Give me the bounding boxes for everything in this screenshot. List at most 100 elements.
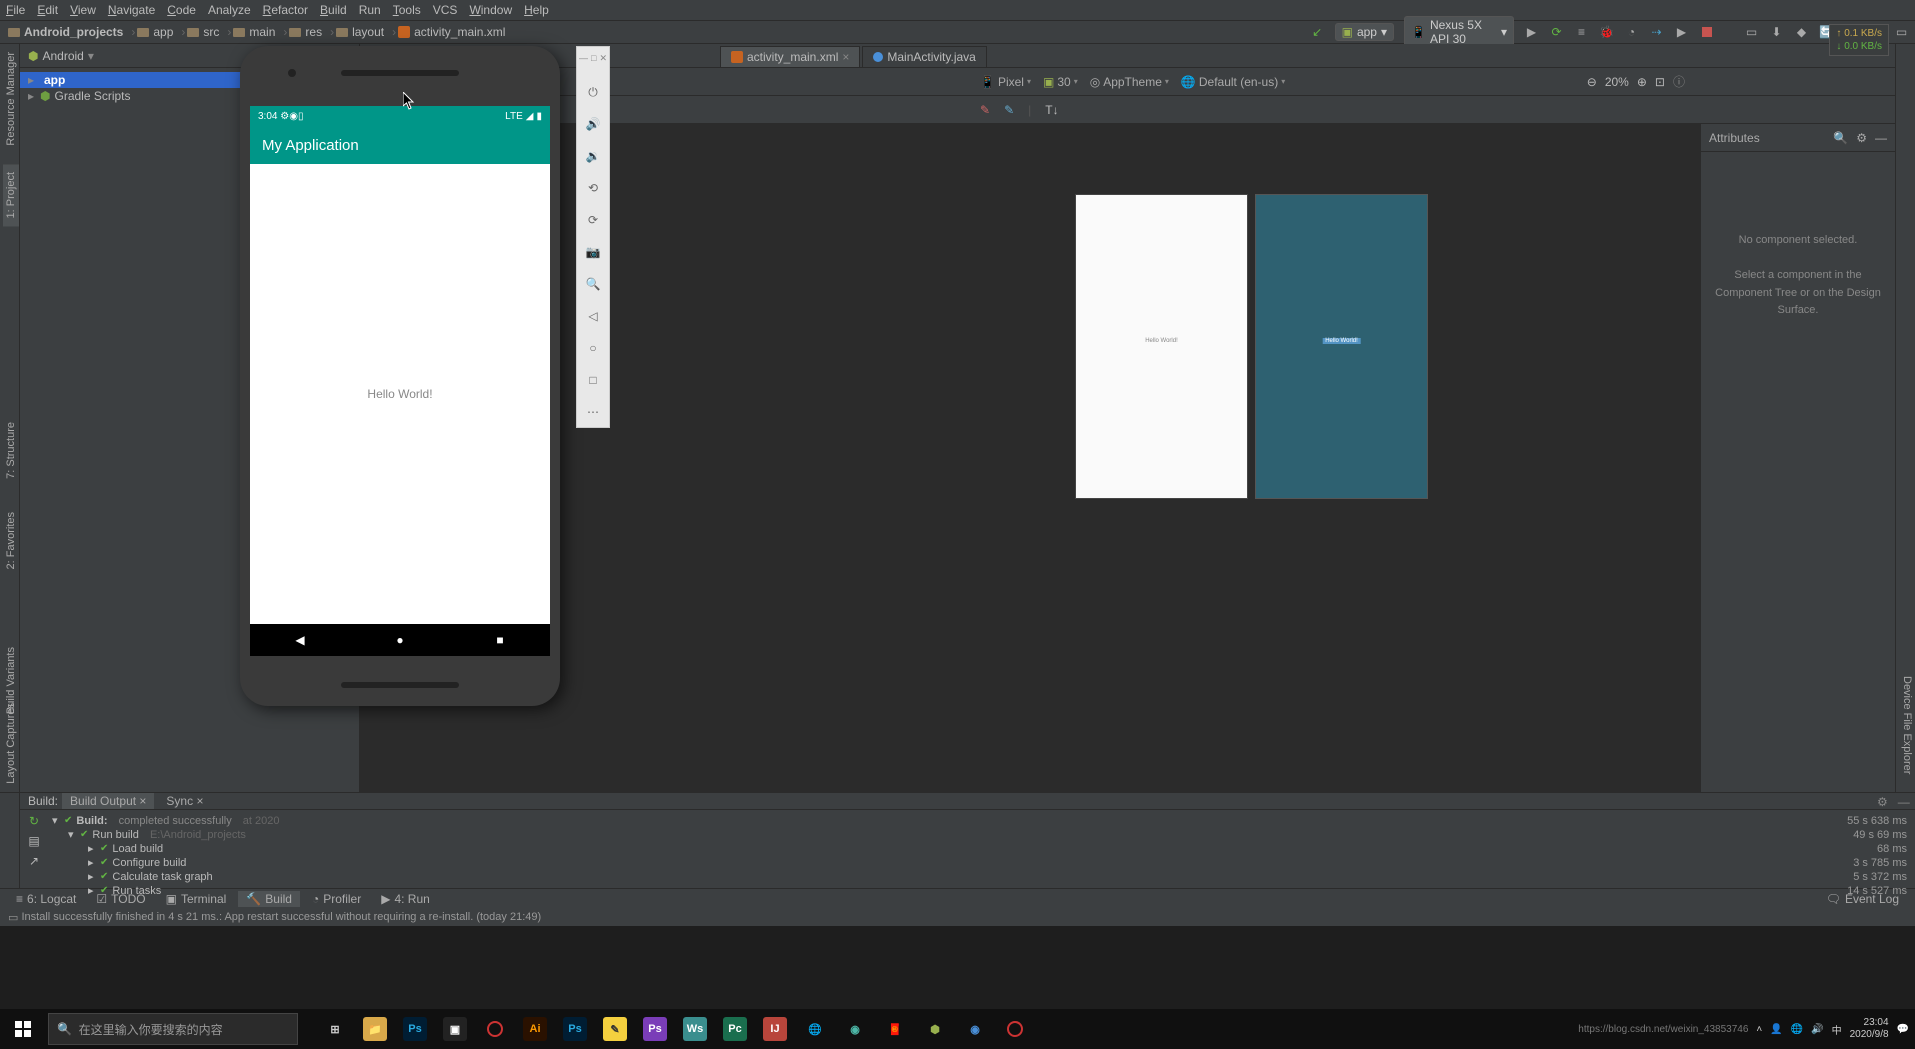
build-tab-sync[interactable]: Sync × <box>158 793 211 809</box>
notifications-icon[interactable]: 💬 <box>1897 1024 1909 1035</box>
tab-main-activity[interactable]: MainActivity.java <box>862 46 986 67</box>
build-rerun-icon[interactable]: ↻ <box>29 814 39 828</box>
tray-volume-icon[interactable]: 🔊 <box>1811 1024 1823 1035</box>
breadcrumb-res[interactable]: res <box>289 25 322 39</box>
emulator-screen[interactable]: 3:04 ⚙ ◉ ▯ LTE ◢ ▮ My Application Hello … <box>250 106 550 651</box>
photoshop-icon[interactable]: Ps <box>396 1009 434 1049</box>
start-button[interactable] <box>0 1009 46 1049</box>
home-button[interactable]: ● <box>392 632 408 648</box>
attach-icon[interactable]: ⇢ <box>1649 25 1664 40</box>
avd-manager-icon[interactable]: ▭ <box>1744 25 1759 40</box>
emu-overview-icon[interactable]: □ <box>584 371 602 389</box>
menu-file[interactable]: FFileile <box>6 3 25 17</box>
device-dropdown[interactable]: 📱 Pixel▾ <box>980 75 1031 89</box>
debug-icon[interactable]: 🐞 <box>1599 25 1614 40</box>
rotate-left-icon[interactable]: ⟲ <box>584 179 602 197</box>
left-tab-structure[interactable]: 7: Structure <box>3 414 19 487</box>
phpstorm-icon[interactable]: Ps <box>636 1009 674 1049</box>
rotate-right-icon[interactable]: ⟳ <box>584 211 602 229</box>
record2-icon[interactable] <box>996 1009 1034 1049</box>
build-tab-output[interactable]: Build Output × <box>62 793 154 809</box>
menu-navigate[interactable]: Navigate <box>108 3 155 17</box>
warnings-icon[interactable]: ⓘ <box>1673 73 1685 90</box>
menu-build[interactable]: Build <box>320 3 347 17</box>
breadcrumb-layout[interactable]: layout <box>336 25 384 39</box>
breadcrumb-app[interactable]: app <box>137 25 173 39</box>
right-tab-device-file-explorer[interactable]: Device File Explorer <box>1899 668 1915 782</box>
menu-help[interactable]: Help <box>524 3 549 17</box>
circle-icon[interactable]: ◉ <box>956 1009 994 1049</box>
note-icon[interactable]: ✎ <box>596 1009 634 1049</box>
apply-changes-icon[interactable]: ⟳ <box>1549 25 1564 40</box>
api-dropdown[interactable]: ▣ 30▾ <box>1043 75 1078 89</box>
zoom-out-icon[interactable]: ⊖ <box>1587 75 1597 89</box>
tray-chevron-icon[interactable]: ˄ <box>1756 1024 1762 1035</box>
build-hide-icon[interactable]: — <box>1898 795 1910 809</box>
zoom-in-icon[interactable]: ⊕ <box>1637 75 1647 89</box>
design-preview[interactable]: Hello World! <box>1075 194 1248 499</box>
locale-dropdown[interactable]: 🌐 Default (en-us)▾ <box>1181 75 1285 89</box>
build-expand-icon[interactable]: ↗ <box>29 854 39 868</box>
volume-down-icon[interactable]: 🔉 <box>584 147 602 165</box>
breadcrumb-main[interactable]: main <box>233 25 275 39</box>
layout-settings-icon[interactable]: ▭ <box>1894 25 1909 40</box>
android-studio-icon[interactable]: ⬢ <box>916 1009 954 1049</box>
file-explorer-icon[interactable]: 📁 <box>356 1009 394 1049</box>
bottom-tab-terminal[interactable]: ▣ Terminal <box>158 891 235 907</box>
align-icon[interactable]: T↓ <box>1045 103 1058 117</box>
emu-home-icon[interactable]: ○ <box>584 339 602 357</box>
android-content[interactable]: Hello World! <box>250 164 550 624</box>
bottom-tab-todo[interactable]: ☑ TODO <box>88 891 153 907</box>
menu-refactor[interactable]: Refactor <box>263 3 308 17</box>
run-icon[interactable]: ▶ <box>1524 25 1539 40</box>
build-filter-icon[interactable]: ▤ <box>28 834 39 848</box>
bottom-tab-logcat[interactable]: ≡ 6: Logcat <box>8 891 84 907</box>
back-button[interactable]: ◀ <box>292 632 308 648</box>
tray-net-icon[interactable]: 🌐 <box>1791 1024 1803 1035</box>
build-gear-icon[interactable]: ⚙ <box>1877 795 1888 809</box>
aqua-icon[interactable]: ◉ <box>836 1009 874 1049</box>
bottom-tab-eventlog[interactable]: 🗨 Event Log <box>1818 891 1907 907</box>
emulator-close-icon[interactable]: ✕ <box>599 53 607 67</box>
module-selector[interactable]: ▣app ▾ <box>1335 23 1394 41</box>
menu-analyze[interactable]: Analyze <box>208 3 251 17</box>
blueprint-text[interactable]: Hello World! <box>1322 338 1361 344</box>
menu-window[interactable]: Window <box>469 3 512 17</box>
pycharm-icon[interactable]: Pc <box>716 1009 754 1049</box>
clear-icon[interactable]: ✎ <box>1004 103 1014 117</box>
tab-activity-main[interactable]: activity_main.xml× <box>720 46 860 67</box>
left-tab-project[interactable]: 1: Project <box>3 164 19 226</box>
breadcrumb-src[interactable]: src <box>187 25 219 39</box>
bottom-tab-run[interactable]: ▶ 4: Run <box>373 891 438 907</box>
volume-up-icon[interactable]: 🔊 <box>584 115 602 133</box>
app-icon[interactable]: 🧧 <box>876 1009 914 1049</box>
task-view-icon[interactable]: ⊞ <box>316 1009 354 1049</box>
breadcrumb-file[interactable]: activity_main.xml <box>398 25 505 39</box>
zoom-fit-icon[interactable]: ⊡ <box>1655 75 1665 89</box>
project-view-selector[interactable]: Android <box>42 49 83 63</box>
photoshop2-icon[interactable]: Ps <box>556 1009 594 1049</box>
bottom-tab-profiler[interactable]: ◔ Profiler <box>304 891 369 907</box>
tray-datetime[interactable]: 23:04 2020/9/8 <box>1850 1017 1889 1041</box>
power-icon[interactable]: ⏻ <box>584 83 602 101</box>
left-tab-resource-manager[interactable]: Resource Manager <box>3 44 19 154</box>
tray-ime-icon[interactable]: 中 <box>1832 1022 1842 1037</box>
webstorm-icon[interactable]: Ws <box>676 1009 714 1049</box>
terminal-icon[interactable]: ▣ <box>436 1009 474 1049</box>
record-icon[interactable] <box>476 1009 514 1049</box>
emulator-window[interactable]: 3:04 ⚙ ◉ ▯ LTE ◢ ▮ My Application Hello … <box>240 46 560 706</box>
coverage-icon[interactable]: ▶ <box>1674 25 1689 40</box>
menu-view[interactable]: View <box>70 3 96 17</box>
more-icon[interactable]: ⋯ <box>584 403 602 421</box>
preview-text[interactable]: Hello World! <box>1076 338 1247 344</box>
profile-icon[interactable]: ◔ <box>1624 25 1639 40</box>
tray-people-icon[interactable]: 👤 <box>1770 1024 1782 1035</box>
breadcrumb-root[interactable]: Android_projects <box>8 25 123 39</box>
sdk-manager-icon[interactable]: ⬇ <box>1769 25 1784 40</box>
emulator-minimize-icon[interactable]: — <box>579 53 588 67</box>
screenshot-icon[interactable]: 📷 <box>584 243 602 261</box>
intellij-icon[interactable]: IJ <box>756 1009 794 1049</box>
wand-icon[interactable]: ✎ <box>980 103 990 117</box>
left-tab-layout-captures[interactable]: Layout Captures <box>3 695 19 792</box>
theme-dropdown[interactable]: ◎ AppTheme▾ <box>1090 75 1169 89</box>
